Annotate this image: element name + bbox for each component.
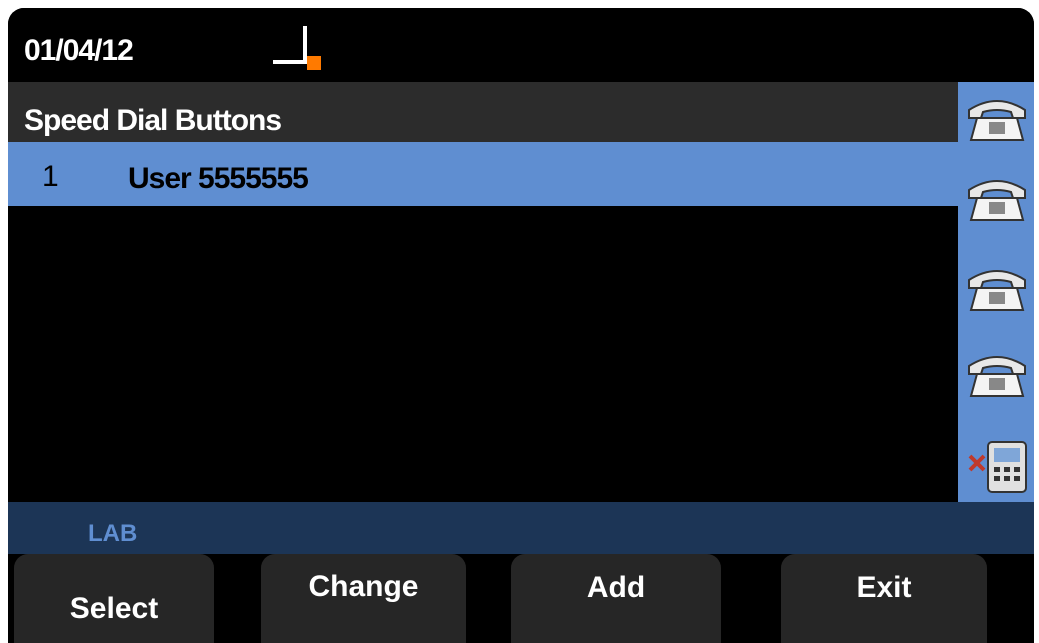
add-button[interactable]: Add	[511, 554, 721, 643]
change-button[interactable]: Change	[261, 554, 466, 643]
title-bar: Speed Dial Buttons	[8, 82, 958, 142]
add-label: Add	[586, 570, 646, 604]
line-key-sidebar	[958, 82, 1034, 502]
page-title: Speed Dial Buttons	[24, 104, 282, 137]
phone-screen: 01/04/12 Speed Dial Buttons 1 User 55555…	[8, 8, 1034, 643]
speed-dial-row[interactable]: 1 User 5555555	[8, 142, 958, 206]
line-label-bar: LAB	[8, 502, 1034, 554]
select-button[interactable]: Select	[14, 554, 214, 643]
exit-label: Exit	[856, 570, 912, 604]
phone-line-icon[interactable]	[961, 88, 1033, 146]
status-bar: 01/04/12	[8, 8, 1034, 82]
exit-button[interactable]: Exit	[781, 554, 987, 643]
speed-dial-index: 1	[42, 160, 59, 193]
change-label: Change	[308, 570, 419, 603]
speed-dial-name: User 5555555	[128, 162, 309, 195]
dnd-keypad-icon[interactable]	[966, 440, 1030, 496]
softkey-bar: Select Change Add Exit	[8, 554, 1034, 643]
signal-strength-icon	[273, 22, 323, 74]
phone-line-icon[interactable]	[961, 168, 1033, 226]
phone-line-icon[interactable]	[961, 258, 1033, 316]
date-label: 01/04/12	[24, 34, 134, 67]
select-label: Select	[69, 592, 159, 625]
phone-line-icon[interactable]	[961, 344, 1033, 402]
line-label: LAB	[88, 520, 138, 547]
